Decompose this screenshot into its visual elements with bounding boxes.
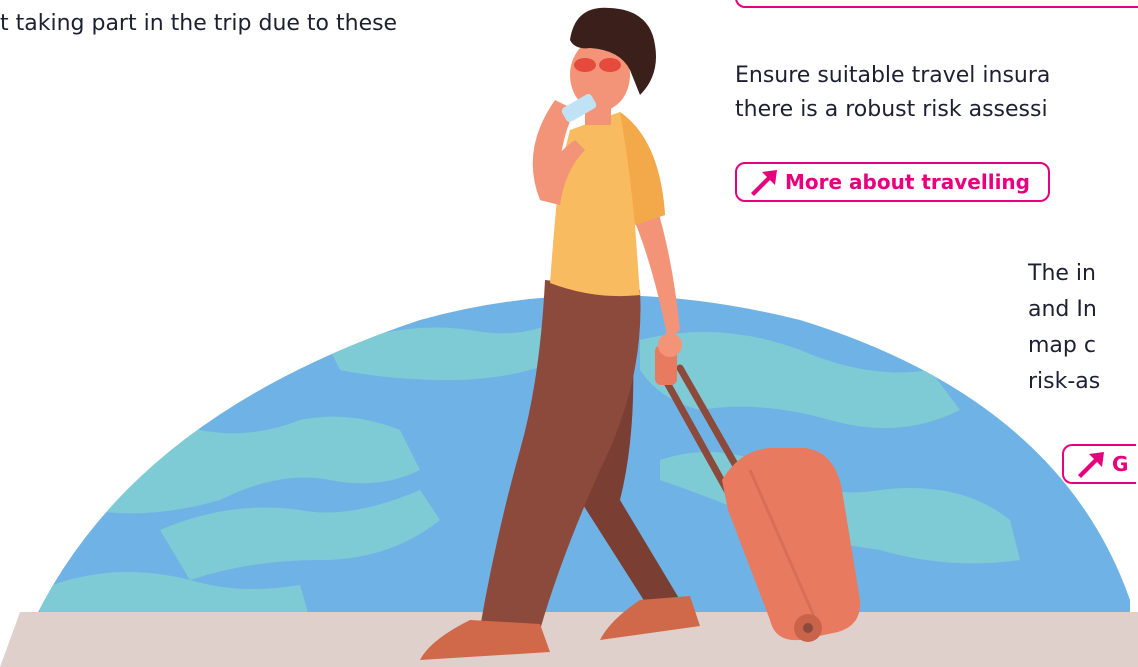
info-text-line-1: The in — [1028, 261, 1096, 286]
travel-text-line-2: there is a robust risk assessi — [735, 97, 1048, 122]
partial-info-link-label: G — [1112, 452, 1129, 476]
top-content-box — [735, 0, 1138, 8]
arrow-up-right-icon — [1078, 452, 1104, 478]
info-text-line-2: and In — [1028, 297, 1097, 322]
more-about-travelling-link[interactable]: More about travelling — [735, 162, 1050, 202]
more-about-travelling-label: More about travelling — [785, 170, 1030, 194]
intro-text: t taking part in the trip due to these — [0, 11, 398, 36]
info-text-line-4: risk-as — [1028, 369, 1101, 394]
travel-text-line-1: Ensure suitable travel insura — [735, 63, 1051, 88]
page-stage: t taking part in the trip due to these E… — [0, 0, 1138, 667]
arrow-up-right-icon — [751, 170, 777, 196]
info-text-line-3: map c — [1028, 333, 1096, 358]
ground — [0, 612, 1138, 667]
partial-info-link[interactable]: G — [1062, 444, 1137, 484]
